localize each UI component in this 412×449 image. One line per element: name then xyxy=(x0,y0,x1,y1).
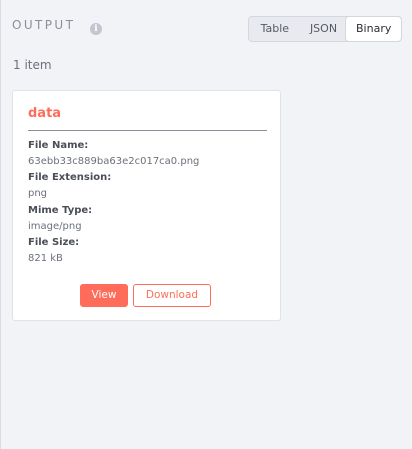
item-count: 1 item xyxy=(13,58,52,72)
card-divider xyxy=(28,130,267,131)
output-panel: OUTPUT i Table JSON Binary 1 item data F… xyxy=(0,0,412,449)
file-size-value: 821 kB xyxy=(28,253,63,264)
mime-type-label: Mime Type: xyxy=(28,205,93,216)
download-button[interactable]: Download xyxy=(133,284,211,307)
file-name-label: File Name: xyxy=(28,140,89,151)
file-name-value: 63ebb33c889ba63e2c017ca0.png xyxy=(28,156,200,167)
binary-data-card: data File Name: 63ebb33c889ba63e2c017ca0… xyxy=(12,90,281,321)
toggle-binary[interactable]: Binary xyxy=(346,17,401,41)
info-icon[interactable]: i xyxy=(90,23,102,35)
view-button[interactable]: View xyxy=(80,284,128,307)
toggle-table[interactable]: Table xyxy=(249,17,301,41)
file-size-label: File Size: xyxy=(28,237,80,248)
file-extension-value: png xyxy=(28,188,48,199)
mime-type-value: image/png xyxy=(28,221,82,232)
view-mode-toggle: Table JSON Binary xyxy=(248,16,402,42)
output-title: OUTPUT xyxy=(12,18,76,32)
file-extension-label: File Extension: xyxy=(28,172,112,183)
card-title: data xyxy=(28,106,62,121)
toggle-json[interactable]: JSON xyxy=(301,17,347,41)
